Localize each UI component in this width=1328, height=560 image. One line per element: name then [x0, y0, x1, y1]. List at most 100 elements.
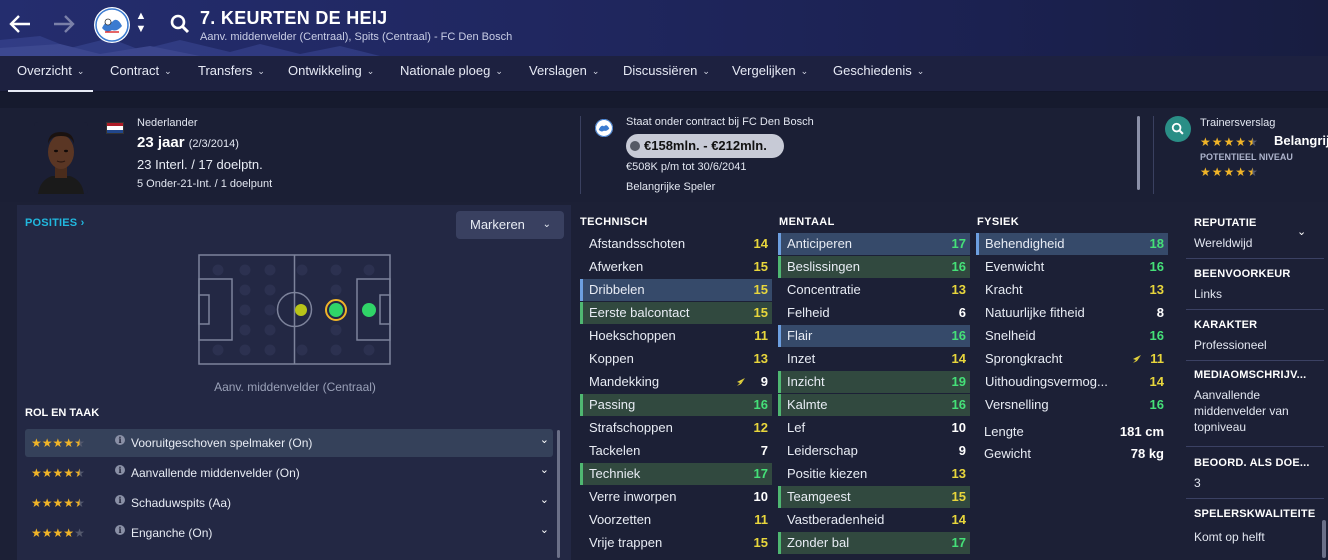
tab-nationale-ploeg[interactable]: Nationale ploeg ⌄ [391, 56, 512, 92]
attribute-row[interactable]: Verre inworpen 10 [580, 486, 772, 508]
mental-header: MENTAAL [779, 216, 835, 228]
attribute-row[interactable]: Positie kiezen 13 [778, 463, 970, 485]
info-icon[interactable]: i [115, 465, 125, 475]
role-name: Schaduwspits (Aa) [131, 496, 232, 510]
role-item[interactable]: ★ ★ ★ ★ ★ i Schaduwspits (Aa) ⌄ [25, 489, 553, 517]
tab-contract[interactable]: Contract ⌄ [101, 56, 181, 92]
info-scrollbar[interactable] [1322, 520, 1326, 558]
tab-bar: Overzicht ⌄ Contract ⌄ Transfers ⌄ Ontwikke… [0, 56, 1328, 92]
attribute-row[interactable]: Lef 10 [778, 417, 970, 439]
attribute-row[interactable]: Evenwicht 16 [976, 256, 1168, 278]
attribute-row[interactable]: Tackelen 7 [580, 440, 772, 462]
back-arrow-icon[interactable] [6, 10, 34, 38]
attribute-row[interactable]: Inzet 14 [778, 348, 970, 370]
tab-discussieren[interactable]: Discussiëren ⌄ [614, 56, 719, 92]
spacer [0, 92, 1328, 108]
attribute-row[interactable]: Hoekschoppen 11 [580, 325, 772, 347]
attribute-value: 13 [951, 466, 966, 481]
role-item[interactable]: ★ ★ ★ ★ ★ i Vooruitgeschoven spelmaker (On) ⌄ [25, 429, 553, 457]
attribute-row[interactable]: Teamgeest 15 [778, 486, 970, 508]
attribute-value: 12 [753, 420, 768, 435]
role-item[interactable]: ★ ★ ★ ★ ★ i Aanvallende middenvelder (On) ⌄ [25, 459, 553, 487]
scout-verdict: Belangrijk [1274, 133, 1328, 148]
role-item[interactable]: ★ ★ ★ ★ ★ i Enganche (On) ⌄ [25, 519, 553, 547]
tab-transfers[interactable]: Transfers ⌄ [189, 56, 274, 92]
reputation-header: REPUTATIE [1194, 217, 1257, 229]
attribute-value: 9 [760, 374, 768, 389]
tab-ontwikkeling[interactable]: Ontwikkeling ⌄ [279, 56, 383, 92]
attribute-row[interactable]: Versnelling 16 [976, 394, 1168, 416]
attribute-value: 18 [1149, 236, 1164, 251]
attribute-row[interactable]: Vrije trappen 15 [580, 532, 772, 554]
chevron-down-icon: ⌄ [591, 66, 600, 76]
transfer-value-pill[interactable]: €158mln. - €212mln. [626, 134, 784, 158]
attribute-row[interactable]: Passing 16 [580, 394, 772, 416]
attribute-name: Beslissingen [787, 259, 860, 274]
tab-geschiedenis[interactable]: Geschiedenis ⌄ [824, 56, 933, 92]
gk-rating-value: 3 [1194, 476, 1201, 490]
attribute-row[interactable]: Behendigheid 18 [976, 233, 1168, 255]
attribute-row[interactable]: Koppen 13 [580, 348, 772, 370]
role-stars: ★ ★ ★ ★ ★ [31, 496, 85, 510]
u21-caps: 5 Onder-21-Int. / 1 doelpunt [137, 178, 273, 190]
attribute-row[interactable]: Zonder bal 17 [778, 532, 970, 554]
attribute-name: Eerste balcontact [589, 305, 690, 320]
attribute-name: Techniek [589, 466, 641, 481]
attribute-name: Versnelling [985, 397, 1049, 412]
chevron-down-icon[interactable]: ⌄ [540, 523, 549, 536]
club-switch-icon[interactable]: ▲ ▼ [135, 10, 147, 40]
positions-link[interactable]: POSITIES › [25, 217, 84, 229]
forward-arrow-icon[interactable] [50, 10, 78, 38]
attribute-row[interactable]: Flair 16 [778, 325, 970, 347]
chevron-down-icon: ⌄ [495, 66, 503, 76]
attribute-row[interactable]: Felheid 6 [778, 302, 970, 324]
attribute-row[interactable]: Natuurlijke fitheid 8 [976, 302, 1168, 324]
attribute-value: 8 [1156, 305, 1164, 320]
attribute-row[interactable]: Eerste balcontact 15 [580, 302, 772, 324]
roles-scrollbar[interactable] [557, 430, 560, 558]
attribute-row[interactable]: Vastberadenheid 14 [778, 509, 970, 531]
info-icon[interactable]: i [115, 495, 125, 505]
club-badge-icon [595, 119, 613, 137]
attribute-row[interactable]: Voorzetten 11 [580, 509, 772, 531]
attribute-name: Anticiperen [787, 236, 853, 251]
chevron-down-icon[interactable]: ⌄ [540, 433, 549, 446]
club-crest-icon[interactable] [94, 7, 130, 43]
attribute-row[interactable]: Kracht 13 [976, 279, 1168, 301]
chevron-down-icon: ⌄ [702, 66, 710, 76]
attribute-value: 15 [753, 259, 768, 274]
attribute-row[interactable]: Strafschoppen 12 [580, 417, 772, 439]
gk-rating-header: BEOORD. ALS DOE... [1194, 457, 1310, 469]
traits-value: Komt op helft [1194, 530, 1265, 544]
scrollbar[interactable] [1137, 116, 1140, 190]
attribute-value: 11 [754, 328, 768, 343]
attribute-row[interactable]: Kalmte 16 [778, 394, 970, 416]
attribute-row[interactable]: Concentratie 13 [778, 279, 970, 301]
mark-button[interactable]: Markeren ⌄ [456, 211, 564, 239]
info-icon[interactable]: i [115, 435, 125, 445]
attribute-row[interactable]: Sprongkracht 11 [976, 348, 1168, 370]
attribute-row[interactable]: Mandekking 9 [580, 371, 772, 393]
attribute-row[interactable]: Techniek 17 [580, 463, 772, 485]
search-icon[interactable] [170, 14, 190, 39]
attribute-value: 16 [1149, 397, 1164, 412]
attribute-row[interactable]: Uithoudingsvermog... 14 [976, 371, 1168, 393]
info-icon[interactable]: i [115, 525, 125, 535]
tab-verslagen[interactable]: Verslagen ⌄ [520, 56, 608, 92]
attribute-row[interactable]: Snelheid 16 [976, 325, 1168, 347]
attribute-name: Kracht [985, 282, 1023, 297]
attribute-row[interactable]: Anticiperen 17 [778, 233, 970, 255]
chevron-down-icon[interactable]: ⌄ [540, 493, 549, 506]
attribute-row[interactable]: Beslissingen 16 [778, 256, 970, 278]
chevron-down-icon[interactable]: ⌄ [540, 463, 549, 476]
attribute-row[interactable]: Leiderschap 9 [778, 440, 970, 462]
scout-report-icon[interactable] [1165, 116, 1191, 142]
attribute-row[interactable]: Inzicht 19 [778, 371, 970, 393]
tab-overzicht[interactable]: Overzicht ⌄ [8, 56, 94, 92]
attribute-name: Lef [787, 420, 806, 435]
attribute-row[interactable]: Dribbelen 15 [580, 279, 772, 301]
attribute-row[interactable]: Afwerken 15 [580, 256, 772, 278]
attribute-value: 6 [958, 305, 966, 320]
tab-vergelijken[interactable]: Vergelijken ⌄ [723, 56, 817, 92]
attribute-row[interactable]: Afstandsschoten 14 [580, 233, 772, 255]
